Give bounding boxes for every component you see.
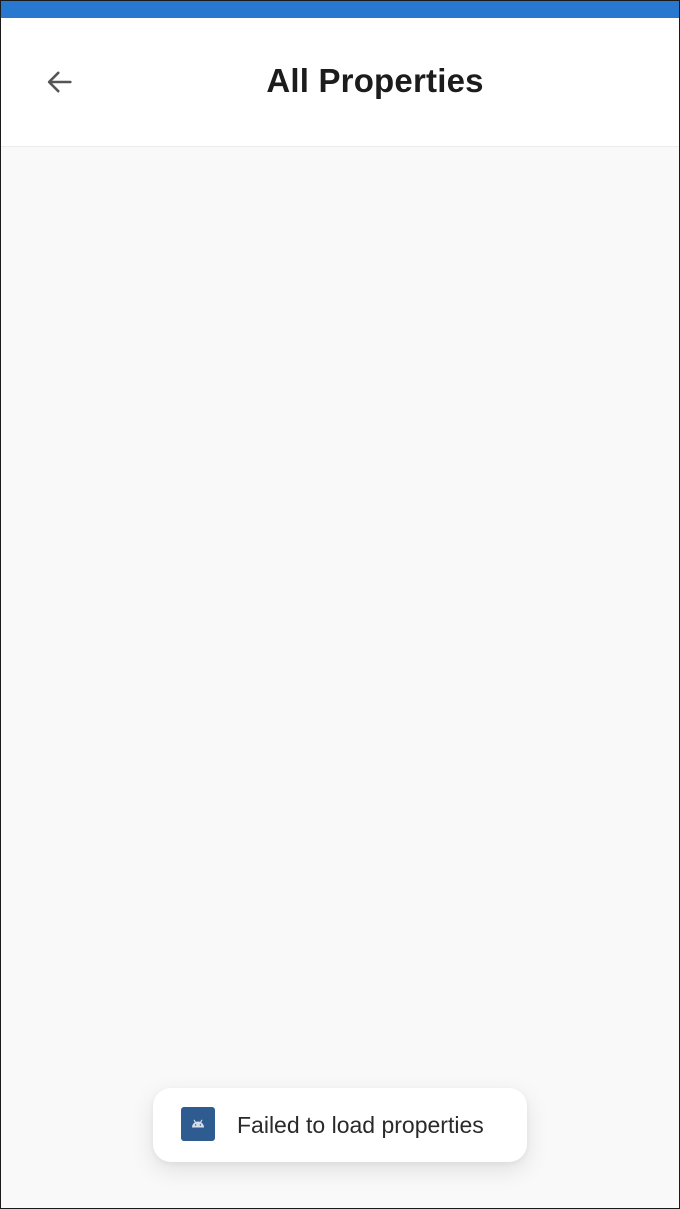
android-app-icon — [181, 1107, 215, 1141]
properties-list-area — [1, 147, 679, 1208]
error-toast: Failed to load properties — [153, 1088, 527, 1162]
status-bar — [1, 1, 679, 18]
app-screen: All Properties Failed to load properties — [0, 0, 680, 1209]
app-bar: All Properties — [1, 18, 679, 147]
toast-message: Failed to load properties — [237, 1112, 484, 1138]
page-title: All Properties — [266, 62, 484, 99]
